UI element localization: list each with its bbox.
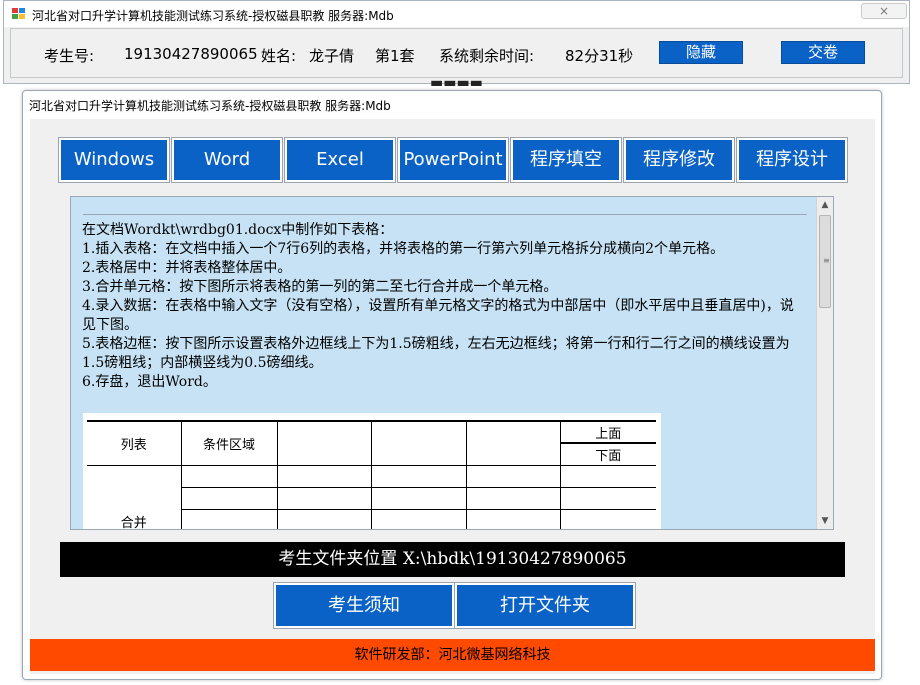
table-cell (276, 486, 372, 510)
table-cell (276, 508, 372, 529)
instruction-line: 4.录入数据：在表格中输入文字（没有空格），设置所有单元格文字的格式为中部居中（… (82, 298, 794, 333)
tab-fix-code[interactable]: 程序修改 (623, 137, 735, 183)
tab-excel[interactable]: Excel (284, 137, 396, 183)
instruction-text: 在文档Wordkt\wrdbg01.docx中制作如下表格： 1.插入表格：在文… (82, 221, 807, 392)
exam-id-label: 考生号: (44, 47, 95, 65)
exam-notice-button[interactable]: 考生须知 (273, 582, 455, 629)
tab-word[interactable]: Word (171, 137, 283, 183)
title-bar: 河北省对口升学计算机技能测试练习系统-授权磁县职教 服务器:Mdb × (4, 1, 909, 27)
occluded-text: ▬▬▬▬ (430, 79, 483, 87)
close-button[interactable]: × (861, 3, 907, 19)
table-cell (276, 464, 372, 488)
app-icon (12, 8, 26, 20)
instruction-line: 3.合并单元格：按下图所示将表格的第一列的第二至七行合并成一个单元格。 (82, 279, 558, 295)
table-cell: 合并 (87, 464, 182, 529)
table-cell (559, 508, 656, 529)
table-cell (465, 420, 561, 466)
time-label: 系统剩余时间: (439, 47, 535, 65)
submit-button[interactable]: 交卷 (781, 41, 865, 64)
grip-icon: ≡ (823, 256, 830, 265)
table-cell (559, 486, 656, 510)
instruction-line: 在文档Wordkt\wrdbg01.docx中制作如下表格： (82, 222, 394, 238)
scroll-up-icon[interactable]: ▲ (817, 197, 833, 213)
main-client-area: Windows Word Excel PowerPoint 程序填空 程序修改 … (30, 119, 875, 674)
exam-id-value: 19130427890065 (124, 45, 258, 63)
instruction-line: 1.插入表格：在文档中插入一个7行6列的表格，并将表格的第一行第六列单元格拆分成… (82, 241, 725, 257)
table-cell: 列表 (87, 420, 182, 466)
tab-windows[interactable]: Windows (58, 137, 170, 183)
name-value: 龙子倩 (309, 47, 355, 65)
table-cell: 上面 (559, 420, 656, 444)
main-window: 河北省对口升学计算机技能测试练习系统-授权磁县职教 服务器:Mdb Window… (22, 90, 882, 680)
scroll-down-icon[interactable]: ▼ (817, 513, 833, 529)
status-panel: 考生号: 19130427890065 姓名: 龙子倩 第1套 系统剩余时间: … (10, 28, 903, 78)
name-label: 姓名: (261, 47, 297, 65)
table-cell (180, 508, 278, 529)
table-cell (370, 420, 467, 466)
table-cell (559, 464, 656, 488)
instruction-line: 2.表格居中：并将表格整体居中。 (82, 260, 292, 276)
folder-path-bar: 考生文件夹位置 X:\hbdk\19130427890065 (60, 542, 845, 577)
table-cell (180, 464, 278, 488)
table-cell (465, 464, 561, 488)
tab-fill-code[interactable]: 程序填空 (510, 137, 622, 183)
vertical-scrollbar[interactable]: ▲ ≡ ▼ (816, 197, 833, 529)
scroll-thumb[interactable]: ≡ (819, 215, 831, 308)
table-cell (370, 508, 467, 529)
table-cell (370, 464, 467, 488)
tab-write-code[interactable]: 程序设计 (736, 137, 848, 183)
instruction-line: 6.存盘，退出Word。 (82, 374, 217, 390)
table-cell (370, 486, 467, 510)
instruction-line: 5.表格边框：按下图所示设置表格外边框线上下为1.5磅粗线，左右无边框线；将第一… (82, 336, 790, 371)
instruction-panel[interactable]: 在文档Wordkt\wrdbg01.docx中制作如下表格： 1.插入表格：在文… (70, 196, 834, 530)
divider (83, 214, 807, 215)
set-number: 第1套 (375, 47, 415, 65)
open-folder-button[interactable]: 打开文件夹 (454, 582, 636, 629)
time-remaining: 82分31秒 (565, 47, 634, 65)
sample-table: 列表 条件区域 上面 下面 合并 (87, 420, 656, 529)
tab-powerpoint[interactable]: PowerPoint (397, 137, 509, 183)
table-cell: 下面 (559, 442, 656, 466)
exam-status-window: 河北省对口升学计算机技能测试练习系统-授权磁县职教 服务器:Mdb × 考生号:… (3, 0, 910, 84)
table-cell: 条件区域 (180, 420, 278, 466)
window-title: 河北省对口升学计算机技能测试练习系统-授权磁县职教 服务器:Mdb (32, 9, 394, 23)
table-preview-image: 列表 条件区域 上面 下面 合并 (83, 413, 661, 529)
table-cell (465, 508, 561, 529)
table-cell (465, 486, 561, 510)
footer-banner: 软件研发部：河北微基网络科技 (30, 639, 875, 671)
hide-button[interactable]: 隐藏 (659, 41, 743, 64)
table-cell (276, 420, 372, 466)
table-cell (180, 486, 278, 510)
window-title: 河北省对口升学计算机技能测试练习系统-授权磁县职教 服务器:Mdb (29, 99, 391, 113)
